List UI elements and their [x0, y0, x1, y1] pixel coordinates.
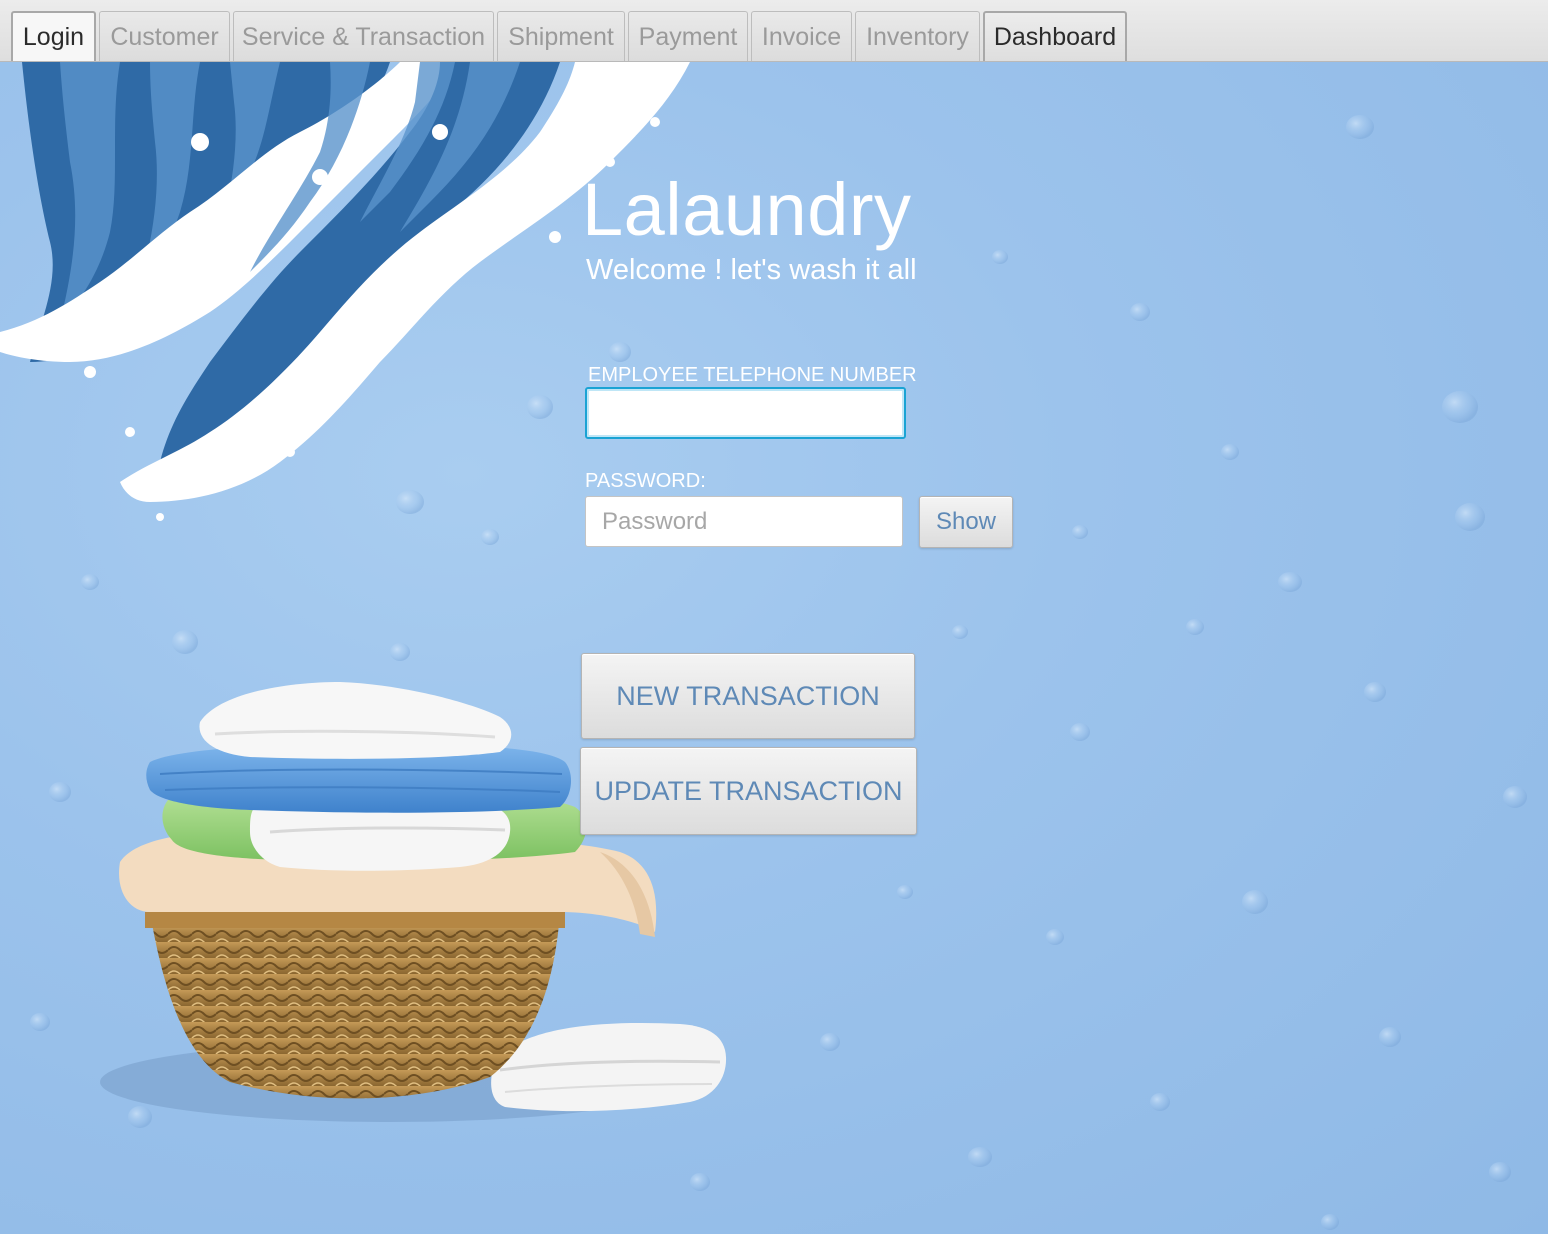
app-title: Lalaundry	[582, 168, 912, 251]
wave-illustration	[0, 62, 690, 521]
login-panel: Lalaundry Welcome ! let's wash it all EM…	[0, 62, 1548, 1234]
tab-inventory[interactable]: Inventory	[855, 11, 980, 61]
tab-payment[interactable]: Payment	[628, 11, 748, 61]
tab-service-transaction[interactable]: Service & Transaction	[233, 11, 494, 61]
app-window: Login Customer Service & Transaction Shi…	[0, 0, 1548, 1234]
tab-login[interactable]: Login	[11, 11, 96, 61]
app-subtitle: Welcome ! let's wash it all	[586, 254, 917, 286]
tab-bar: Login Customer Service & Transaction Shi…	[0, 0, 1548, 62]
tab-customer[interactable]: Customer	[99, 11, 230, 61]
tab-shipment[interactable]: Shipment	[497, 11, 625, 61]
show-password-button[interactable]: Show	[919, 496, 1013, 548]
password-input[interactable]	[585, 496, 903, 547]
tab-invoice[interactable]: Invoice	[751, 11, 852, 61]
new-transaction-button[interactable]: NEW TRANSACTION	[581, 653, 915, 739]
phone-input[interactable]	[585, 387, 906, 439]
update-transaction-button[interactable]: UPDATE TRANSACTION	[580, 747, 917, 835]
password-label: PASSWORD:	[585, 470, 706, 492]
phone-label: EMPLOYEE TELEPHONE NUMBER	[588, 364, 917, 386]
tab-dashboard[interactable]: Dashboard	[983, 11, 1127, 61]
